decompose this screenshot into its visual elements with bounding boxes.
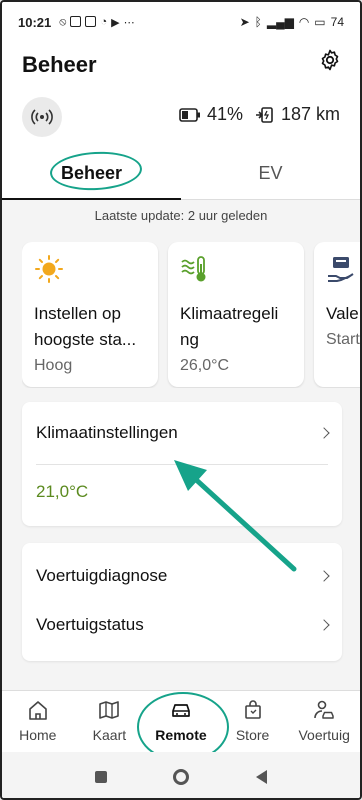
back-button[interactable] xyxy=(255,770,267,784)
vehicle-panel: Voertuigdiagnose Voertuigstatus xyxy=(22,543,342,661)
range-value: 187 km xyxy=(280,104,340,124)
wifi-icon: ◠ xyxy=(298,15,310,29)
gear-icon[interactable] xyxy=(318,48,342,72)
nav-map[interactable]: Kaart xyxy=(74,691,146,752)
card-valet[interactable]: Vale Start xyxy=(314,242,360,387)
car-icon xyxy=(172,704,190,717)
charging-range-icon xyxy=(255,106,273,123)
notification-icons: ⦸ ◔ ▶ ⋯ xyxy=(59,15,135,29)
card-value: 26,0°C xyxy=(180,357,230,374)
system-navigation xyxy=(2,752,360,798)
card-climate-control[interactable]: Klimaatregeli ng 26,0°C xyxy=(168,242,304,387)
battery-icon xyxy=(179,107,200,122)
youtube-icon: ▶ xyxy=(111,16,120,29)
app-notification-icon xyxy=(85,15,97,27)
app-notification-icon xyxy=(70,15,82,27)
battery-percentage: 41% xyxy=(206,104,243,124)
nav-vehicle[interactable]: Voertuig xyxy=(288,691,360,752)
last-update-text: Laatste update: 2 uur geleden xyxy=(94,208,268,223)
nav-store[interactable]: Store xyxy=(217,691,289,752)
chevron-right-icon xyxy=(318,619,330,631)
nav-home[interactable]: Home xyxy=(2,691,74,752)
card-label-line1: Klimaatregeli xyxy=(180,304,279,323)
nav-vehicle-label: Voertuig xyxy=(298,727,350,743)
connection-button[interactable] xyxy=(22,97,62,137)
nav-home-label: Home xyxy=(19,727,57,743)
phone-frame: 10:21 ⦸ ◔ ▶ ⋯ ➤ ᛒ ▂▄▆ ◠ ▭ 74 Beheer 41% … xyxy=(0,0,362,800)
bluetooth-icon: ᛒ xyxy=(254,15,262,29)
sync-icon: ◔ xyxy=(100,15,108,28)
card-label-line2: ng xyxy=(180,330,199,349)
card-label-line1: Vale xyxy=(326,304,359,323)
climate-temperature: 21,0°C xyxy=(36,482,89,501)
cell-signal-icon: ▂▄▆ xyxy=(266,15,294,29)
vehicle-stats: 41% 187 km xyxy=(179,104,340,125)
sun-icon xyxy=(35,255,63,283)
battery-icon: ▭ xyxy=(314,15,326,29)
location-icon: ➤ xyxy=(239,15,250,29)
chevron-right-icon xyxy=(318,427,330,439)
map-icon xyxy=(99,701,120,719)
battery-level: 74 xyxy=(330,15,344,29)
valet-hand-icon xyxy=(328,257,354,282)
remote-signal-icon xyxy=(31,109,53,125)
climate-settings-label: Klimaatinstellingen xyxy=(36,423,178,442)
status-bar: 10:21 ⦸ ◔ ▶ ⋯ ➤ ᛒ ▂▄▆ ◠ ▭ 74 xyxy=(2,2,360,42)
tab-bar: Beheer EV xyxy=(2,148,360,200)
vehicle-status-label: Voertuigstatus xyxy=(36,615,144,634)
nav-remote[interactable]: Remote xyxy=(145,691,217,752)
home-icon xyxy=(28,701,47,720)
nav-map-label: Kaart xyxy=(92,727,127,743)
vehicle-status-row[interactable]: Voertuigstatus xyxy=(22,609,342,641)
vehicle-diagnostics-row[interactable]: Voertuigdiagnose xyxy=(22,543,342,609)
home-button[interactable] xyxy=(173,769,190,785)
card-value: Start xyxy=(326,331,360,348)
header-section: Beheer 41% 187 km Beheer EV xyxy=(2,42,360,200)
nav-store-label: Store xyxy=(235,727,270,743)
card-label-line2: hoogste sta... xyxy=(34,330,137,349)
recent-apps-button[interactable] xyxy=(95,771,108,783)
card-value: Hoog xyxy=(34,357,73,374)
card-label-line1: Instellen op xyxy=(34,304,121,323)
card-max-charge[interactable]: Instellen op hoogste sta... Hoog xyxy=(22,242,158,387)
quick-actions: Instellen op hoogste sta... Hoog Klimaat… xyxy=(22,242,360,388)
nav-remote-label: Remote xyxy=(155,727,207,743)
chevron-right-icon xyxy=(318,570,330,582)
bottom-navigation: Home Kaart Remote Store Voertuig xyxy=(2,690,360,752)
vehicle-diagnostics-label: Voertuigdiagnose xyxy=(36,566,168,585)
shopping-bag-icon xyxy=(244,700,261,719)
vehicle-user-icon xyxy=(314,700,334,719)
status-time: 10:21 xyxy=(18,14,52,30)
page-title: Beheer xyxy=(22,52,97,77)
mute-icon: ⦸ xyxy=(59,15,67,28)
more-notifications-icon: ⋯ xyxy=(123,16,135,29)
tab-beheer[interactable]: Beheer xyxy=(2,148,181,200)
climate-settings-panel: Klimaatinstellingen 21,0°C xyxy=(22,402,342,526)
system-status-icons: ➤ ᛒ ▂▄▆ ◠ ▭ 74 xyxy=(240,15,344,29)
climate-settings-row[interactable]: Klimaatinstellingen xyxy=(22,402,342,464)
tab-ev[interactable]: EV xyxy=(181,148,360,199)
thermometer-icon xyxy=(181,256,206,282)
